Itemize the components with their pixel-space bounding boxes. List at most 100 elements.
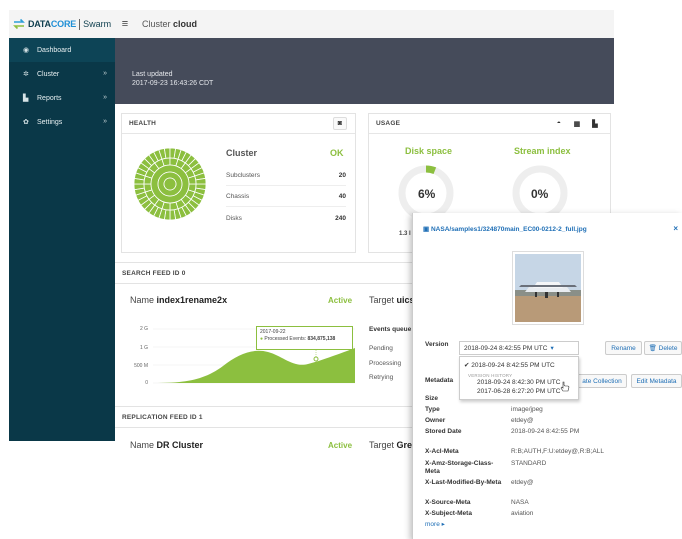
rename-button[interactable]: Rename [605,341,642,355]
datacore-logo-icon [13,18,25,30]
health-row-label: Disks [226,214,242,222]
version-label: Version [425,341,449,348]
field-label: Owner [425,417,446,424]
object-metadata-panel: ▣ NASA/samples1/324870main_EC00-0212-2_f… [412,213,682,539]
stream-index-label: Stream index [514,146,571,156]
camera-icon[interactable]: ◙ [333,117,347,130]
version-option[interactable]: 2018-09-24 8:42:30 PM UTC [477,379,560,386]
stream-index-percent: 0% [531,187,549,201]
events-row: Processing [369,360,402,367]
header-band: Last updated 2017-09-23 16:43:26 CDT [115,38,614,104]
y-tick-label: 0 [145,380,148,386]
health-row[interactable]: Subclusters 20 [226,166,346,186]
brand-logo[interactable]: DATACORE Swarm [9,10,114,38]
image-file-icon: ▣ [423,226,430,233]
field-label: X-Amz-Storage-Class-Meta [425,460,494,475]
brand-divider [79,18,81,30]
chart-tooltip: 2017-09-22 ● Processed Events: 834,875,1… [256,326,353,350]
sidebar: ◉ Dashboard ✲ Cluster » ▙ Reports » ✿ Se… [9,38,115,441]
delete-button-label: Delete [658,344,678,352]
health-row-value: 20 [338,172,346,179]
replication-feed-status: Active [328,441,353,450]
sidebar-item-cluster[interactable]: ✲ Cluster » [9,62,115,86]
brand-product: Swarm [83,19,112,29]
area-chart-icon[interactable]: ▙ [588,117,602,130]
sidebar-item-label: Dashboard [37,46,72,54]
caret-down-icon: ▾ [550,345,554,352]
close-icon[interactable]: × [673,224,678,233]
version-history-header: VERSION HISTORY [468,373,513,378]
version-option-label: 2018-09-24 8:42:55 PM UTC [471,362,555,369]
health-card-header: HEALTH ◙ [122,114,355,134]
field-label: Size [425,395,439,402]
field-label: Type [425,406,440,413]
disk-space-percent: 6% [418,187,436,201]
events-row: Pending [369,345,393,352]
processed-events-area [153,348,355,383]
field-label: X-Subject-Meta [425,510,472,517]
metadata-label: Metadata [425,377,454,384]
more-link[interactable]: more ▸ [425,520,445,528]
search-feed-name: Name index1rename2x [130,295,228,305]
version-option-current[interactable]: ✔ 2018-09-24 8:42:55 PM UTC [464,361,555,369]
dashboard-icon: ◉ [23,47,30,54]
gear-icon: ✿ [23,119,29,126]
sidebar-item-reports[interactable]: ▙ Reports » [9,86,115,110]
delete-button[interactable]: 🗑 Delete [644,341,682,355]
brand-name: DATACORE [28,19,77,29]
field-value: etdey@ [511,479,534,486]
field-value: NASA [511,499,529,506]
create-collection-button[interactable]: ate Collection [577,374,627,388]
last-updated: Last updated 2017-09-23 16:43:26 CDT [132,70,213,88]
version-select-value: 2018-09-24 8:42:55 PM UTC [464,344,548,352]
aircraft-image [515,254,581,322]
gauge-icon[interactable]: ◓ [552,117,566,130]
events-row: Retrying [369,374,394,381]
chevron-right-icon: » [103,94,107,101]
tooltip-body: ● Processed Events: 834,875,138 [260,336,336,342]
health-row-label: Chassis [226,193,250,200]
tooltip-date: 2017-09-22 [260,329,286,335]
sidebar-item-label: Reports [37,94,62,102]
object-title[interactable]: ▣ NASA/samples1/324870main_EC00-0212-2_f… [423,225,587,233]
health-row[interactable]: Chassis 40 [226,187,346,207]
hand-cursor-icon [560,381,570,392]
health-card: HEALTH ◙ Cluster OK Subclusters 20 Chass… [121,113,356,253]
last-updated-value: 2017-09-23 16:43:26 CDT [132,80,214,87]
disk-space-sub: 1.3 I [399,231,411,237]
chevron-right-icon: » [103,118,107,125]
sidebar-item-settings[interactable]: ✿ Settings » [9,110,115,134]
last-updated-label: Last updated [132,71,173,78]
y-tick-label: 2 G [139,326,148,332]
field-value: 2018-09-24 8:42:55 PM [511,428,580,435]
health-row-label: Subclusters [226,172,260,179]
sidebar-item-label: Cluster [37,70,60,78]
cluster-label: Cluster [226,148,258,158]
health-title: HEALTH [129,120,157,127]
version-select[interactable]: 2018-09-24 8:42:55 PM UTC ▾ [459,341,579,355]
sunburst-segment[interactable] [163,177,177,191]
health-row-value: 40 [338,193,346,200]
health-row[interactable]: Disks 240 [226,208,346,228]
cluster-health-sunburst[interactable] [133,147,207,221]
grid-icon[interactable]: ▦ [570,117,584,130]
sidebar-item-dashboard[interactable]: ◉ Dashboard [9,38,115,62]
y-tick-label: 1 G [139,345,148,351]
edit-metadata-button[interactable]: Edit Metadata [631,374,682,388]
search-feed-target: Target uics [369,295,415,305]
field-value: image/jpeg [511,406,543,413]
health-row-value: 240 [335,214,346,222]
field-label: X-Last-Modified-By-Meta [425,479,502,486]
hamburger-icon[interactable]: ≡ [114,18,136,30]
disk-space-label: Disk space [405,146,453,156]
object-thumbnail[interactable] [512,251,584,325]
version-option[interactable]: 2017-06-28 6:27:20 PM UTC [477,388,560,395]
replication-feed-target: Target Greg [369,440,418,450]
field-label: X-Source-Meta [425,499,471,506]
chart-icon: ▙ [23,95,29,102]
cluster-status: OK [330,148,344,158]
usage-title: USAGE [376,120,401,127]
version-dropdown: ✔ 2018-09-24 8:42:55 PM UTC VERSION HIST… [459,356,579,400]
search-feed-status: Active [328,296,353,305]
sidebar-item-label: Settings [37,118,63,126]
